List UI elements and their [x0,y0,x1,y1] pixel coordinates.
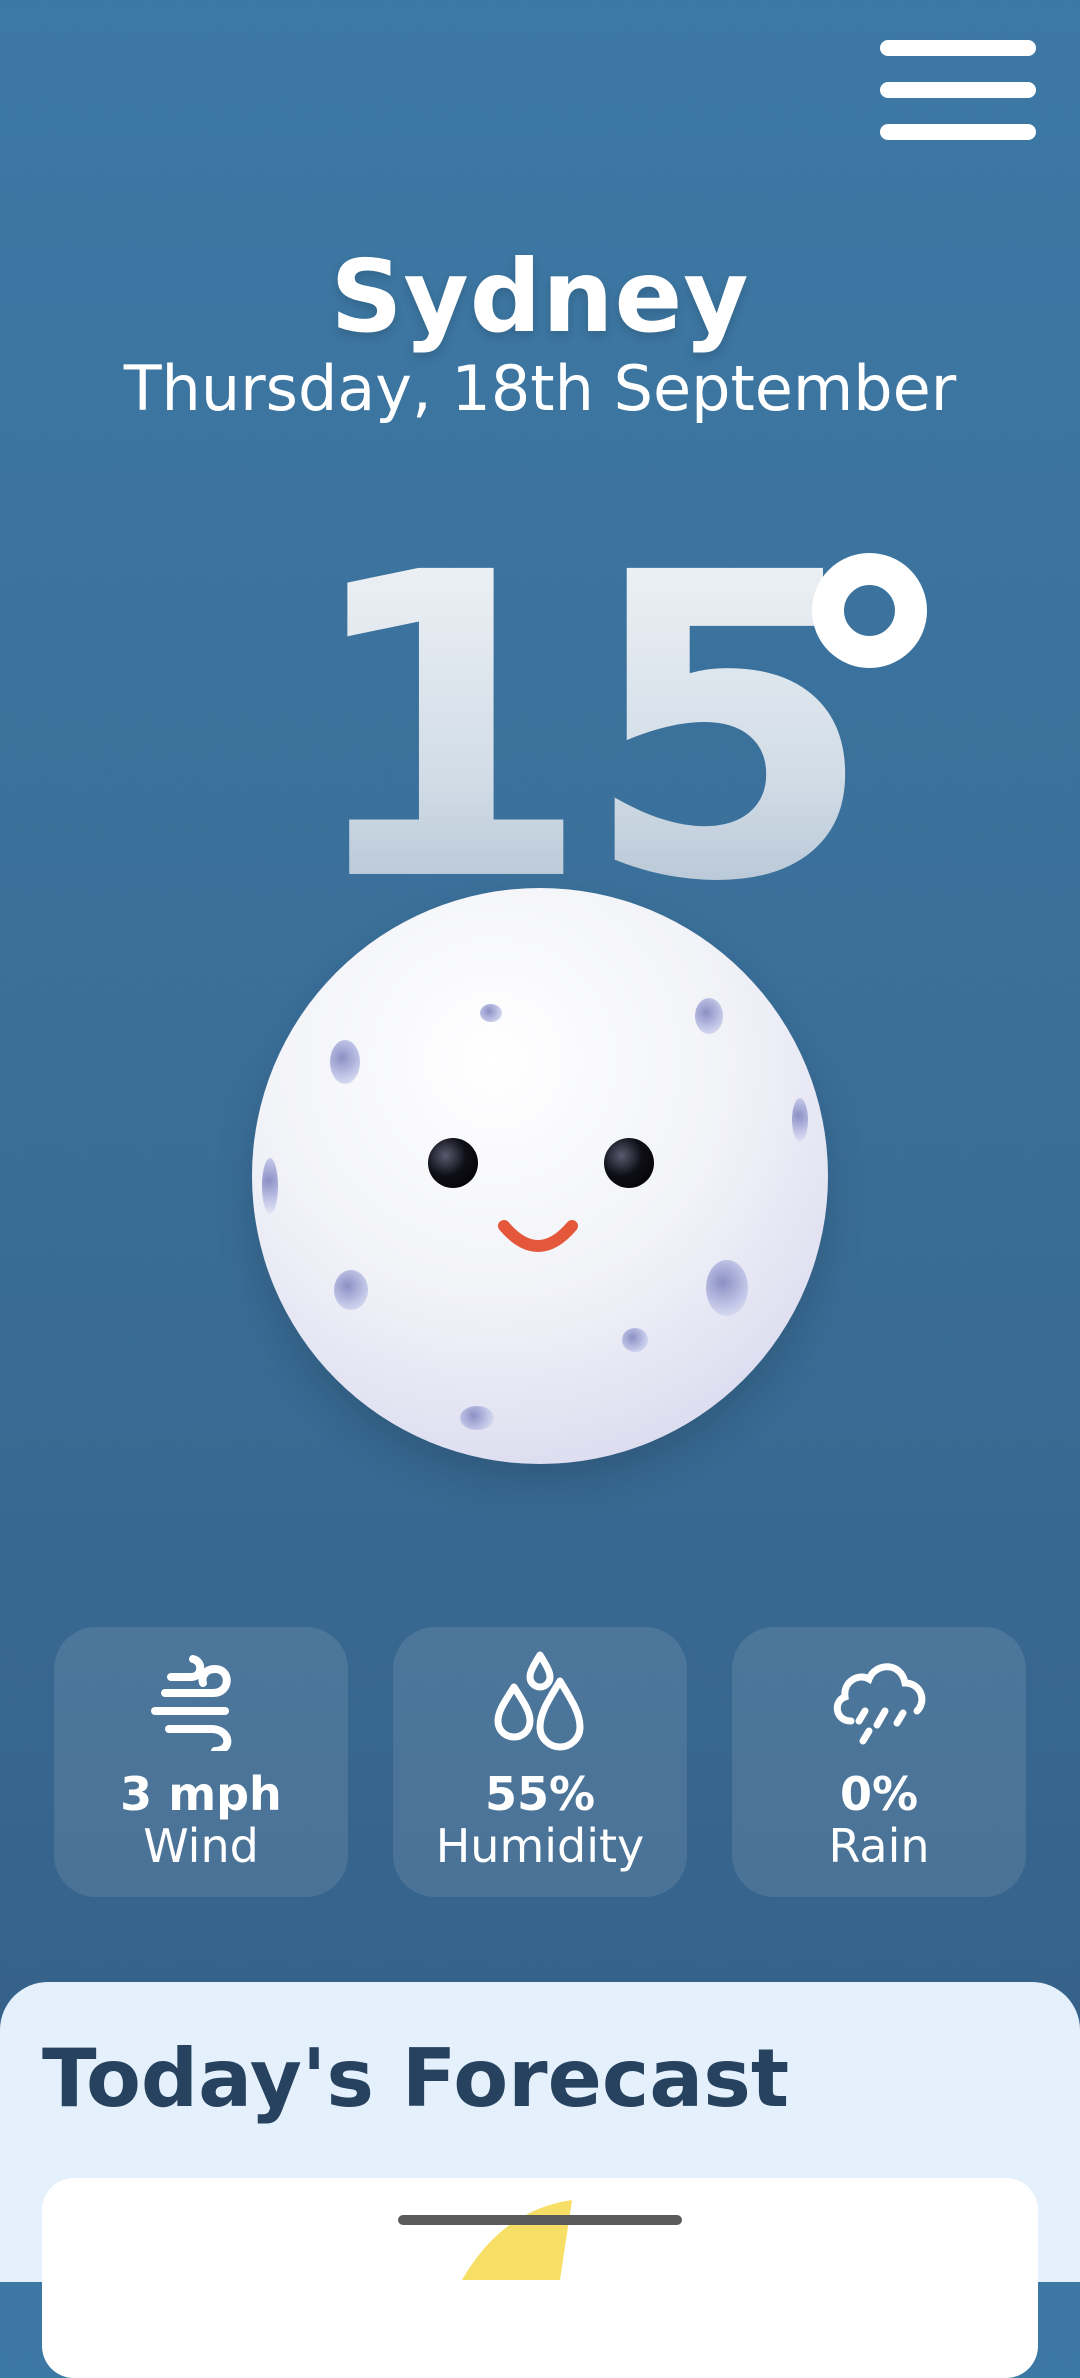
rain-label: Rain [828,1819,930,1873]
moon-crater [334,1270,368,1310]
moon-crater [460,1406,494,1430]
city-name: Sydney [330,238,750,355]
degree-symbol [812,553,927,668]
rain-card: 0% Rain [732,1627,1026,1897]
humidity-label: Humidity [435,1819,645,1873]
humidity-drops-icon [494,1651,584,1751]
moon-crater [622,1328,648,1352]
wind-value: 3 mph [120,1767,282,1821]
temperature-value: 15 [300,485,874,974]
moon-smile [498,1220,578,1252]
temperature-display: 15 [300,520,874,950]
wind-card: 3 mph Wind [54,1627,348,1897]
forecast-title: Today's Forecast [42,2032,790,2125]
weather-stats: 3 mph Wind 55% Humidity 0% Rain [54,1627,1026,1897]
moon-crater [706,1260,748,1316]
rain-cloud-icon [833,1663,926,1745]
wind-label: Wind [143,1819,259,1873]
menu-bar [880,40,1036,56]
menu-button[interactable] [878,40,1038,144]
forecast-card[interactable] [42,2178,1038,2378]
moon-crater [262,1158,278,1214]
humidity-value: 55% [484,1767,596,1821]
moon-crater [695,998,723,1034]
moon-crater [792,1098,808,1142]
sun-icon [462,2200,572,2280]
moon-crater [480,1004,502,1022]
menu-bar [880,82,1036,98]
moon-face-icon [252,888,828,1464]
home-indicator[interactable] [398,2215,682,2225]
current-date: Thursday, 18th September [123,352,957,425]
wind-icon [151,1655,232,1751]
menu-bar [880,124,1036,140]
humidity-card: 55% Humidity [393,1627,687,1897]
moon-crater [330,1040,360,1084]
forecast-panel: Today's Forecast [0,1982,1080,2378]
moon-right-eye [604,1138,654,1188]
rain-value: 0% [839,1767,919,1821]
moon-left-eye [428,1138,478,1188]
